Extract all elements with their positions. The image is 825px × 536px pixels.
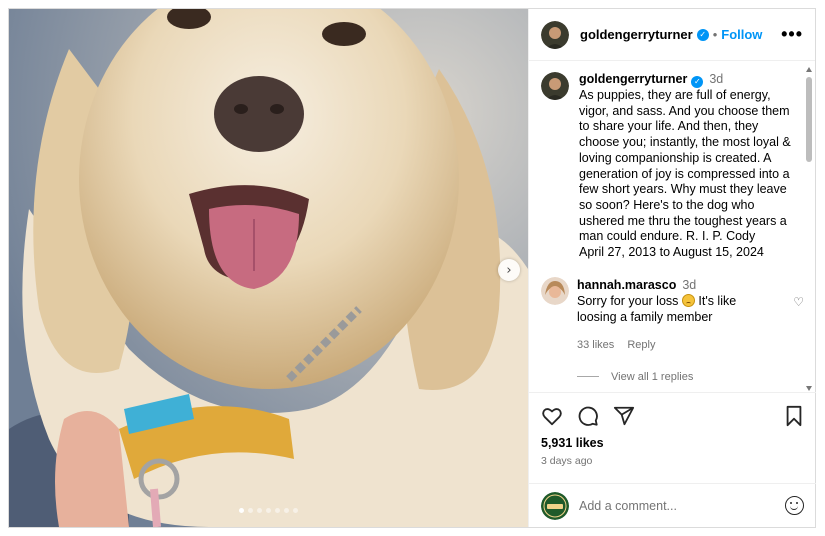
comment-item: hannah.marasco 3d Sorry for your loss It'… [529,276,816,353]
caption-text: As puppies, they are full of energy, vig… [579,88,791,244]
avatar-image [541,72,569,100]
avatar-image [541,20,569,49]
avatar-image [541,276,569,305]
sad-face-emoji-icon [681,293,695,307]
verified-icon: ✓ [691,76,704,88]
scroll-up-arrow-icon[interactable] [806,67,812,72]
comment-text: Sorry for your loss [577,293,679,308]
current-user-avatar [541,491,569,520]
carousel-dots [9,508,528,513]
share-icon[interactable] [613,405,635,427]
bookmark-icon[interactable] [784,405,804,427]
comment-username[interactable]: hannah.marasco [577,278,676,292]
add-comment-bar [529,483,816,527]
post-header: goldengerryturner ✓ • Follow ••• [529,9,815,61]
post-side-panel: goldengerryturner ✓ • Follow ••• goldeng… [528,9,816,527]
caption-dates: April 27, 2013 to August 15, 2024 [579,245,764,260]
author-avatar[interactable] [541,20,569,49]
post-media[interactable]: › [9,9,528,527]
post-date[interactable]: 3 days ago [541,455,804,467]
comment-body: hannah.marasco 3d Sorry for your loss It'… [577,277,777,353]
carousel-dot [239,508,244,513]
scroll-thumb[interactable] [806,77,812,162]
post-caption: goldengerryturner ✓ 3d As puppies, they ar… [529,62,816,261]
caption-username[interactable]: goldengerryturner [579,72,687,86]
verified-icon: ✓ [696,28,709,41]
commenter-avatar[interactable] [541,276,569,305]
action-icons [541,403,804,429]
comment-likes[interactable]: 33 likes [577,339,614,351]
caption-time[interactable]: 3d [709,72,723,86]
likes-count[interactable]: 5,931 likes [541,436,804,450]
reply-button[interactable]: Reply [627,339,655,351]
chevron-right-icon: › [506,262,512,278]
avatar-image [541,491,569,520]
carousel-dot [257,508,262,513]
view-replies-label: View all 1 replies [611,370,694,383]
comment-like-heart-icon[interactable]: ♡ [793,295,804,353]
comment-input[interactable] [579,498,785,513]
caption-avatar[interactable] [541,72,569,100]
scroll-down-arrow-icon[interactable] [806,386,812,391]
emoji-icon[interactable] [785,496,804,515]
carousel-dot [248,508,253,513]
carousel-dot [266,508,271,513]
post-actions: 5,931 likes 3 days ago [529,392,816,467]
follow-button[interactable]: Follow [721,27,762,42]
comment-meta: 33 likes Reply [577,337,777,353]
heart-icon[interactable] [541,405,563,427]
author-username[interactable]: goldengerryturner [580,27,693,42]
comment-time[interactable]: 3d [682,278,696,292]
caption-body: goldengerryturner ✓ 3d As puppies, they ar… [579,72,799,261]
view-replies-button[interactable]: View all 1 replies [529,371,816,383]
comment-icon[interactable] [577,405,599,427]
dog-photo [9,9,528,527]
post-modal: › goldengerryturner ✓ • Follow ••• golde… [8,8,816,528]
replies-line [577,376,599,378]
carousel-dot [275,508,280,513]
next-image-button[interactable]: › [498,259,520,281]
comments-scroll-area[interactable]: goldengerryturner ✓ 3d As puppies, they ar… [529,62,816,390]
carousel-dot [293,508,298,513]
carousel-dot [284,508,289,513]
more-options-icon[interactable]: ••• [781,24,803,45]
separator-dot: • [712,27,718,42]
comments-scrollbar[interactable] [806,67,812,391]
